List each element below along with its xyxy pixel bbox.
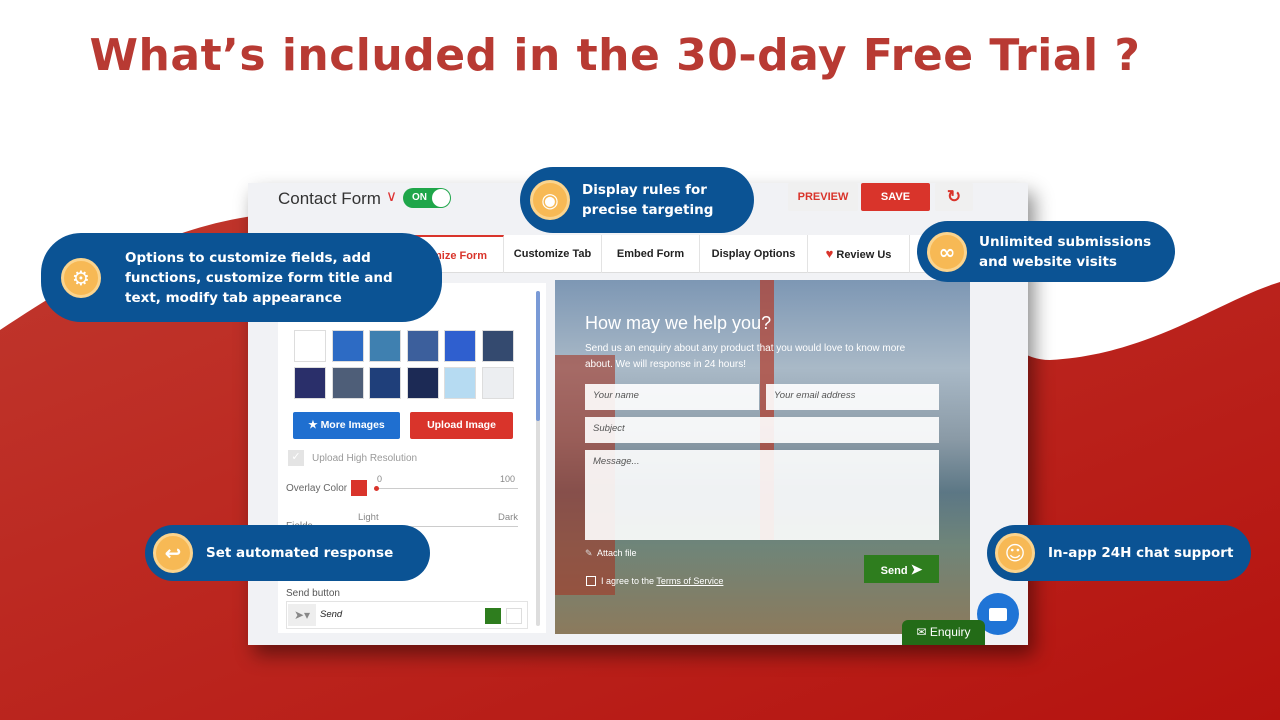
tab-display-options[interactable]: Display Options (700, 235, 808, 273)
chat-icon (989, 607, 1007, 621)
bg-thumb-canal[interactable] (332, 367, 364, 399)
bubble-display-rules: ◉ Display rules for precise targeting (520, 167, 754, 233)
slider-max: 100 (500, 474, 516, 484)
overlay-slider[interactable] (374, 486, 518, 491)
page-title: What’s included in the 30-day Free Trial… (89, 30, 1141, 81)
subject-input[interactable]: Subject (585, 417, 939, 443)
bg-thumb-building[interactable] (369, 330, 401, 362)
paper-plane-icon: ➤ (910, 561, 923, 577)
infinity-icon: ∞ (927, 231, 967, 272)
more-images-label: More Images (320, 419, 385, 431)
scrollbar[interactable] (536, 291, 540, 626)
bg-thumb-blank[interactable] (294, 330, 326, 362)
agree-label: I agree to the (601, 576, 657, 586)
send-text-color-swatch[interactable] (506, 608, 522, 624)
message-textarea[interactable]: Message... (585, 450, 939, 540)
review-us-label: Review Us (836, 249, 892, 261)
bg-thumb-mountain[interactable] (407, 330, 439, 362)
bubble-auto-text: Set automated response (206, 545, 394, 561)
send-color-swatch[interactable] (485, 608, 501, 624)
overlay-color-swatch[interactable] (351, 480, 367, 496)
agree-text: I agree to the Terms of Service (601, 576, 723, 586)
dark-label: Dark (498, 512, 519, 523)
paperclip-icon: ✎ (585, 548, 593, 558)
form-subtext: Send us an enquiry about any product tha… (585, 343, 906, 370)
form-heading: How may we help you? (585, 313, 772, 333)
targeting-icon: ◉ (530, 180, 570, 220)
bg-thumb-duck[interactable] (482, 330, 514, 362)
tools-icon: ⚙ (61, 257, 101, 298)
toggle-label: ON (412, 192, 427, 203)
bubble-chat-support: ☺ In-app 24H chat support (987, 525, 1251, 581)
upload-image-button[interactable]: Upload Image (410, 412, 513, 439)
send-text-input[interactable]: Send (320, 609, 342, 620)
envelope-icon: ✉ (916, 625, 927, 639)
tab-review-us[interactable]: ♥ Review Us (808, 235, 910, 273)
bg-thumb-dusk[interactable] (407, 367, 439, 399)
heart-icon: ♥ (825, 246, 834, 261)
email-input[interactable]: Your email address (766, 384, 939, 410)
preview-button[interactable]: PREVIEW (788, 183, 858, 211)
bg-thumb-bridge-night[interactable] (369, 367, 401, 399)
attach-file-link[interactable]: Attach file (597, 548, 637, 558)
bg-thumb-snowman[interactable] (444, 367, 476, 399)
overlay-color-label: Overlay Color (286, 483, 348, 494)
enquiry-tab[interactable]: ✉ Enquiry (902, 620, 985, 645)
bg-thumb-sky[interactable] (444, 330, 476, 362)
send-label: Send (880, 565, 908, 577)
light-label: Light (358, 512, 379, 523)
image-placeholder-icon[interactable] (482, 367, 514, 399)
bg-thumb-flower[interactable] (294, 367, 326, 399)
save-button[interactable]: SAVE (861, 183, 930, 211)
send-button-label: Send button (286, 588, 340, 599)
enquiry-label: Enquiry (929, 625, 971, 639)
tab-embed-form[interactable]: Embed Form (602, 235, 700, 273)
send-icon-picker[interactable]: ➤▾ (288, 604, 316, 626)
agree-checkbox[interactable] (586, 576, 596, 586)
slider-thumb[interactable] (374, 486, 379, 491)
terms-link[interactable]: Terms of Service (656, 576, 723, 586)
bubble-chat-text: In-app 24H chat support (1048, 545, 1234, 561)
send-button[interactable]: Send ➤ (864, 555, 939, 583)
tab-customize-tab[interactable]: Customize Tab (504, 235, 602, 273)
slider-min: 0 (377, 474, 383, 484)
refresh-button[interactable]: ↻ (935, 183, 973, 211)
bubble-customize-text: Options to customize fields, add functio… (125, 249, 393, 306)
form-name[interactable]: Contact Form (278, 189, 381, 209)
bubble-unlimited: ∞ Unlimited submissions and website visi… (917, 221, 1175, 282)
support-agent-icon: ☺ (995, 533, 1035, 573)
form-preview: How may we help you? Send us an enquiry … (555, 280, 970, 634)
reply-icon: ↩ (153, 533, 193, 573)
high-res-label: Upload High Resolution (312, 453, 418, 464)
bubble-auto-response: ↩ Set automated response (145, 525, 430, 581)
bg-thumb-water[interactable] (332, 330, 364, 362)
star-icon: ★ (308, 419, 318, 431)
name-input[interactable]: Your name (585, 384, 759, 410)
chevron-down-icon[interactable]: ∨ (386, 187, 397, 205)
bubble-unlimited-text: Unlimited submissions and website visits (979, 233, 1152, 270)
bubble-display-text: Display rules for precise targeting (582, 182, 714, 218)
high-res-checkbox[interactable]: ✓ (288, 450, 304, 466)
bubble-customize: ⚙ Options to customize fields, add funct… (41, 233, 442, 322)
more-images-button[interactable]: ★ More Images (293, 412, 400, 439)
form-toggle[interactable]: ON (403, 188, 451, 208)
